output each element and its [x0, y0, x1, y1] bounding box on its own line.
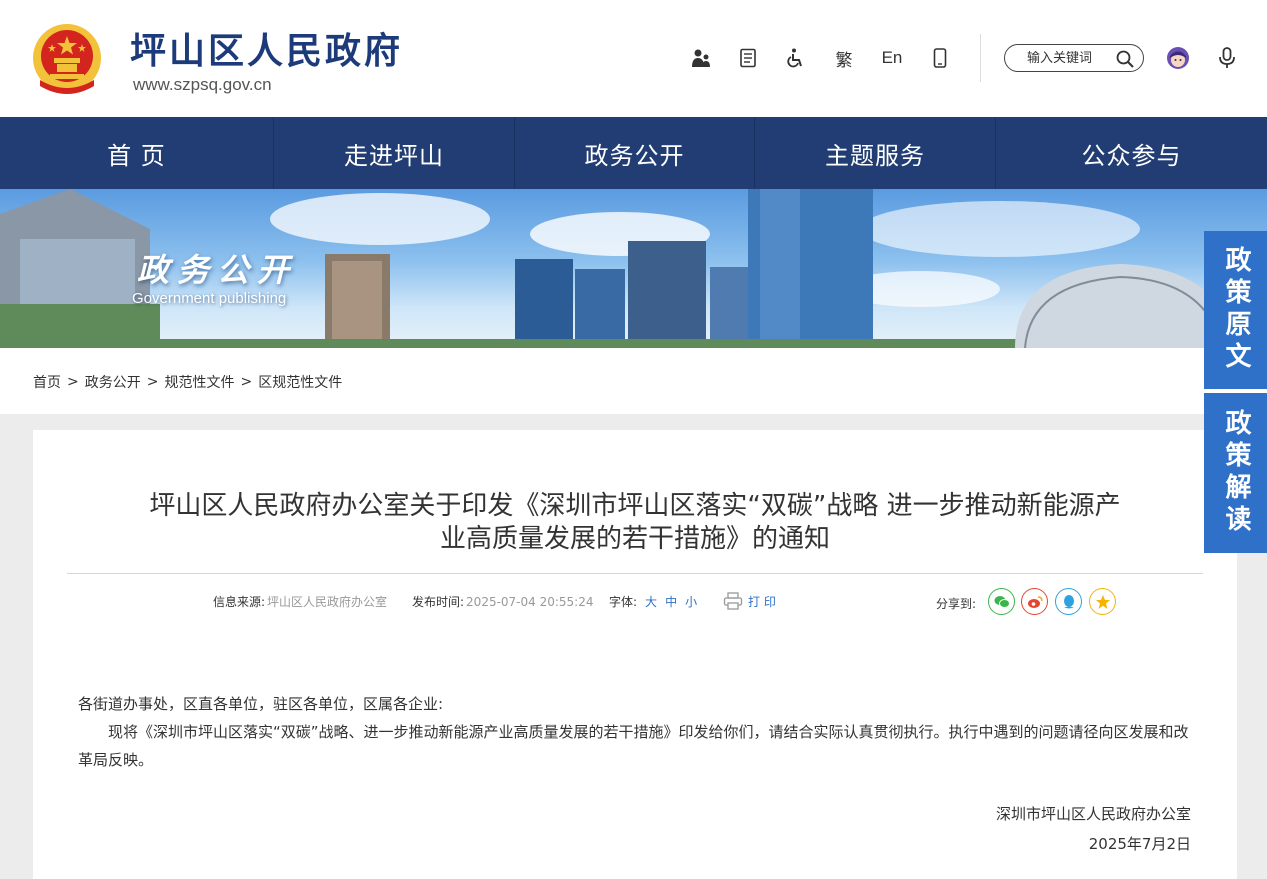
side-tab-policy-interpretation-label: 政策解读: [1221, 409, 1251, 537]
side-tab-policy-original-label: 政策原文: [1221, 246, 1251, 374]
banner-title: 政务公开: [137, 251, 298, 289]
share-label: 分享到:: [936, 597, 977, 611]
breadcrumb-normative-documents[interactable]: 规范性文件: [164, 372, 234, 392]
breadcrumb-district-normative-documents[interactable]: 区规范性文件: [258, 372, 342, 392]
article-title-line-1: 坪山区人民政府办公室关于印发《深圳市坪山区落实“双碳”战略 进一步推动新能源产: [149, 491, 1121, 521]
header-toolbar-trad: 繁: [829, 44, 859, 72]
accessibility-people-icon[interactable]: [686, 44, 716, 72]
header-divider: [980, 34, 981, 82]
breadcrumb-home[interactable]: 首页: [33, 372, 61, 392]
share-weibo-button[interactable]: [1021, 588, 1048, 615]
site-title[interactable]: 坪山区人民政府: [130, 30, 403, 74]
meta-source-value: 坪山区人民政府办公室: [267, 595, 388, 609]
search-icon[interactable]: [1115, 49, 1135, 69]
qq-icon: [1063, 594, 1074, 608]
search-input[interactable]: [1027, 50, 1119, 66]
font-size-large[interactable]: 大: [645, 593, 657, 610]
header-toolbar-doc: [733, 44, 763, 72]
signature-organization: 深圳市坪山区人民政府办公室: [995, 805, 1191, 823]
signature-date: 2025年7月2日: [1088, 835, 1191, 853]
microphone-icon[interactable]: [1216, 46, 1238, 70]
print-icon: [723, 592, 743, 610]
meta-time-value: 2025-07-04 20:55:24: [466, 594, 594, 609]
nav-item-about-pingshan[interactable]: 走进坪山: [274, 117, 515, 189]
breadcrumb-separator: >: [67, 374, 79, 390]
share-qq-button[interactable]: [1055, 588, 1082, 615]
article-title: 坪山区人民政府办公室关于印发《深圳市坪山区落实“双碳”战略 进一步推动新能源产 …: [67, 490, 1203, 556]
breadcrumb: 首页 > 政务公开 > 规范性文件 > 区规范性文件: [33, 372, 342, 392]
meta-source: 信息来源: 坪山区人民政府办公室: [213, 593, 387, 610]
nav-item-government-affairs[interactable]: 政务公开: [515, 117, 755, 189]
nav-item-public-participation[interactable]: 公众参与: [996, 117, 1267, 189]
article-paragraph: 现将《深圳市坪山区落实“双碳”战略、进一步推动新能源产业高质量发展的若干措施》印…: [78, 723, 1189, 769]
english-toggle[interactable]: En: [877, 44, 907, 72]
wheelchair-icon[interactable]: [780, 44, 810, 72]
share-wechat-button[interactable]: [988, 588, 1015, 615]
side-tab-policy-interpretation[interactable]: 政策解读: [1204, 393, 1267, 553]
breadcrumb-separator: >: [240, 374, 253, 390]
title-divider: [67, 573, 1203, 574]
main-nav: 首 页 走进坪山 政务公开 主题服务 公众参与: [0, 117, 1267, 189]
article-title-line-2: 业高质量发展的若干措施》的通知: [439, 524, 830, 554]
mobile-icon[interactable]: [925, 44, 955, 72]
search-box: [1004, 44, 1144, 72]
meta-time: 发布时间: 2025-07-04 20:55:24: [412, 593, 594, 610]
print-button[interactable]: 打 印: [723, 592, 776, 610]
breadcrumb-government-affairs[interactable]: 政务公开: [85, 372, 141, 392]
nav-item-theme-services[interactable]: 主题服务: [755, 117, 996, 189]
site-url: www.szpsq.gov.cn: [133, 75, 272, 94]
font-size-medium[interactable]: 中: [665, 593, 677, 610]
print-label: 打 印: [748, 594, 776, 609]
meta-source-label: 信息来源:: [213, 595, 266, 609]
header-toolbar: [686, 44, 716, 72]
article-panel: 坪山区人民政府办公室关于印发《深圳市坪山区落实“双碳”战略 进一步推动新能源产 …: [33, 430, 1237, 879]
nav-item-home[interactable]: 首 页: [0, 117, 274, 189]
page-banner: 政务公开 Government publishing: [0, 189, 1267, 348]
side-tab-policy-original[interactable]: 政策原文: [1204, 231, 1267, 389]
weibo-icon: [1027, 595, 1043, 608]
header-toolbar-en: En: [877, 44, 907, 72]
breadcrumb-separator: >: [146, 374, 159, 390]
header-toolbar-wheelchair: [780, 44, 810, 72]
avatar-icon[interactable]: [1166, 46, 1190, 70]
font-size-small[interactable]: 小: [685, 593, 697, 610]
banner-subtitle: Government publishing: [132, 290, 287, 307]
meta-font-size: 字体: 大 中 小: [609, 593, 697, 610]
share-favorite-button[interactable]: [1089, 588, 1116, 615]
site-header: 坪山区人民政府 www.szpsq.gov.cn 繁 En: [0, 0, 1267, 117]
document-icon[interactable]: [733, 44, 763, 72]
meta-time-label: 发布时间:: [412, 595, 465, 609]
wechat-icon: [994, 595, 1010, 608]
traditional-chinese-toggle[interactable]: 繁: [829, 44, 859, 72]
national-emblem-icon[interactable]: [32, 22, 102, 94]
favorite-star-icon: [1095, 594, 1110, 609]
breadcrumb-bar: 首页 > 政务公开 > 规范性文件 > 区规范性文件: [0, 348, 1267, 414]
article-salutation: 各街道办事处，区直各单位，驻区各单位，区属各企业:: [78, 695, 444, 713]
meta-font-label: 字体:: [609, 595, 638, 609]
header-toolbar-mobile: [925, 44, 955, 72]
